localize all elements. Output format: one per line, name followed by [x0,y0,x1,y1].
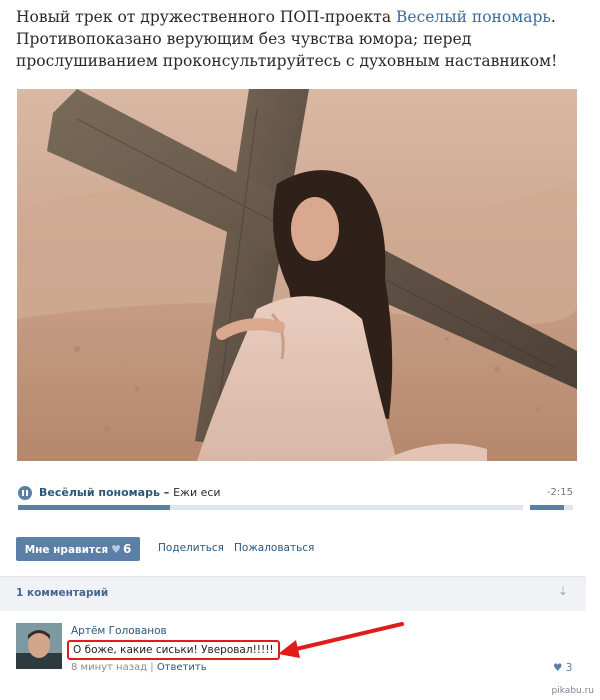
comment-text: О боже, какие сиськи! Уверовал!!!!! [67,640,280,660]
like-label: Мне нравится [24,544,109,556]
track-title: Ежи еси [173,486,221,499]
track-artist[interactable]: Весёлый пономарь [39,486,160,499]
comment-like-count: 3 [565,662,573,674]
woman-with-cross-illustration [17,89,577,461]
post-text-intro: Новый трек от дружественного ПОП-проекта [16,8,396,26]
track-info: Весёлый пономарь – Ежи еси [39,486,221,499]
progress-fill [18,505,170,510]
band-link[interactable]: Веселый пономарь [396,8,551,26]
post-photo[interactable] [17,89,577,461]
comments-count[interactable]: 1 комментарий [16,587,108,599]
progress-bar[interactable] [18,505,523,510]
volume-slider[interactable] [530,505,573,510]
audio-player: Весёлый пономарь – Ежи еси -2:15 [17,485,577,513]
avatar-photo [16,623,62,669]
like-button[interactable]: Мне нравится ♥ 6 [16,537,140,561]
post-text-warning: Противопоказано верующим без чувства юмо… [16,30,558,70]
post-text: Новый трек от дружественного ПОП-проекта… [16,8,558,70]
heart-icon: ♥ [553,662,563,674]
comment-author[interactable]: Артём Голованов [71,625,167,637]
avatar[interactable] [16,623,62,669]
watermark: pikabu.ru [551,686,594,696]
pause-icon[interactable] [18,486,32,500]
share-link[interactable]: Поделиться [158,542,224,554]
post-actions: Мне нравится ♥ 6 Поделиться Пожаловаться [16,537,586,561]
track-time[interactable]: -2:15 [547,487,573,498]
comment-meta: 8 минут назад | Ответить [71,662,207,673]
reply-link[interactable]: Ответить [157,662,207,673]
comment-time[interactable]: 8 минут назад [71,662,147,673]
like-count: 6 [122,542,132,556]
report-link[interactable]: Пожаловаться [234,542,314,554]
volume-fill [530,505,565,510]
comments-header: 1 комментарий ⇣ [0,576,586,611]
collapse-arrows-icon[interactable]: ⇣ [558,584,568,598]
heart-icon: ♥ [111,543,121,556]
red-arrow-annotation [278,622,404,658]
comment-like-button[interactable]: ♥ 3 [553,662,572,674]
